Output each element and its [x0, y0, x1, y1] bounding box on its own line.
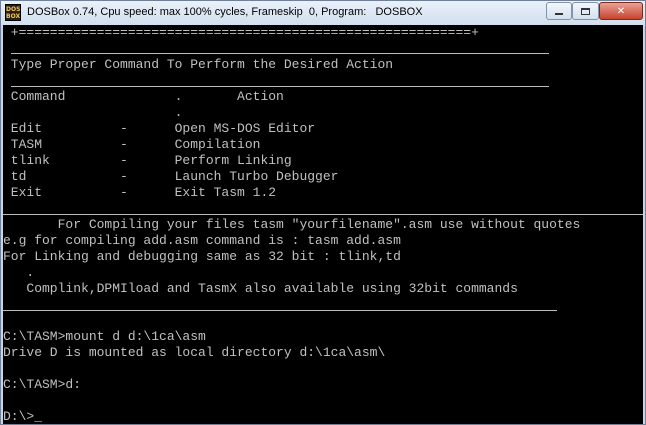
- note-line: For Compiling your files tasm "yourfilen…: [3, 217, 581, 232]
- dot-line: .: [3, 105, 183, 120]
- menu-heading: Type Proper Command To Perform the Desir…: [3, 57, 394, 72]
- output-line: Drive D is mounted as local directory d:…: [3, 345, 386, 360]
- dosbox-window: DOS BOX DOSBox 0.74, Cpu speed: max 100%…: [0, 0, 646, 425]
- close-button[interactable]: ✕: [599, 2, 643, 20]
- dosbox-app-icon[interactable]: DOS BOX: [5, 4, 21, 21]
- maximize-button[interactable]: [572, 2, 599, 20]
- minimize-button[interactable]: [546, 2, 572, 20]
- close-icon: ✕: [616, 5, 626, 17]
- prompt-line: C:\TASM>mount d d:\1ca\asm: [3, 329, 206, 344]
- note-line: Complink,DPMIload and TasmX also availab…: [3, 281, 518, 296]
- command-row: TASM - Compilation: [3, 137, 261, 152]
- note-line: .: [3, 265, 35, 280]
- dos-console[interactable]: +=======================================…: [3, 25, 643, 424]
- command-row: Edit - Open MS-DOS Editor: [3, 121, 316, 136]
- divider: [11, 86, 549, 87]
- divider: [11, 53, 549, 54]
- command-row: td - Launch Turbo Debugger: [3, 169, 339, 184]
- maximize-icon: [581, 7, 590, 15]
- note-line: For Linking and debugging same as 32 bit…: [3, 249, 401, 264]
- note-line: e.g for compiling add.asm command is : t…: [3, 233, 401, 248]
- command-row: tlink - Perform Linking: [3, 153, 292, 168]
- prompt-line: C:\TASM>d:: [3, 377, 82, 392]
- title-bar[interactable]: DOS BOX DOSBox 0.74, Cpu speed: max 100%…: [1, 1, 645, 25]
- divider: [3, 214, 643, 215]
- active-prompt[interactable]: D:\>_: [3, 409, 42, 424]
- window-title: DOSBox 0.74, Cpu speed: max 100% cycles,…: [27, 6, 423, 18]
- minimize-icon: [555, 13, 563, 15]
- divider: [3, 310, 557, 311]
- border-top: +=======================================…: [3, 25, 479, 40]
- command-row: Exit - Exit Tasm 1.2: [3, 185, 277, 200]
- columns-header: Command . Action: [3, 89, 284, 104]
